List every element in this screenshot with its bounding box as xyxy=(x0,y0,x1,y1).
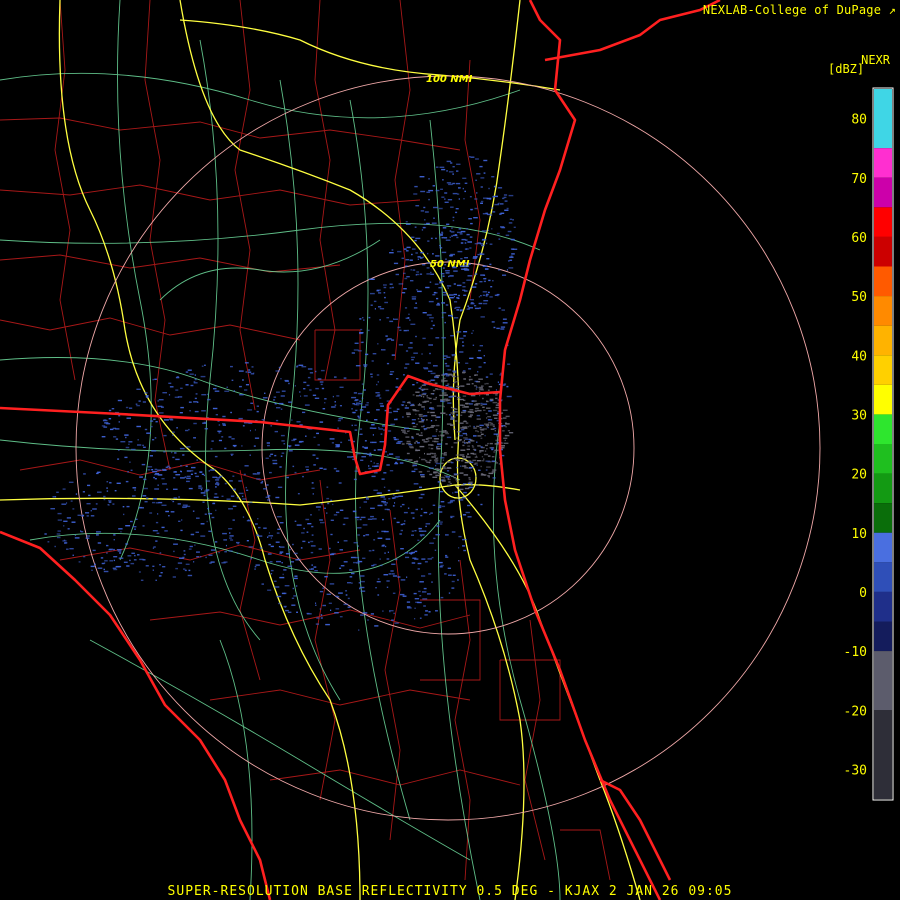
color-scale-band xyxy=(874,325,892,356)
color-scale-label: -30 xyxy=(844,763,867,778)
color-scale-label: 10 xyxy=(851,527,867,542)
color-scale-label: 30 xyxy=(851,408,867,423)
color-scale-band xyxy=(874,177,892,208)
color-scale-band xyxy=(874,414,892,444)
color-scale-band xyxy=(874,148,892,178)
units-label: [dBZ] xyxy=(828,62,865,76)
color-scale-band xyxy=(874,355,892,385)
color-scale-bands xyxy=(874,89,892,799)
product-label: NEXR xyxy=(861,53,890,67)
radar-map[interactable]: 50 NMI 100 NMI xyxy=(0,0,900,900)
range-ring-50 xyxy=(261,261,635,635)
cape-canaveral-coast xyxy=(599,778,672,881)
gulf-coastline xyxy=(0,530,272,900)
color-scale-label: 60 xyxy=(851,231,867,246)
product-caption: SUPER-RESOLUTION BASE REFLECTIVITY 0.5 D… xyxy=(167,884,733,899)
color-scale-label: -20 xyxy=(844,704,867,719)
color-scale-labels: 80 70 60 50 40 30 20 10 0 -10 -20 -30 xyxy=(844,113,867,779)
color-scale-label: 40 xyxy=(851,349,867,364)
color-scale-label: 70 xyxy=(851,172,867,187)
color-scale-band xyxy=(874,562,892,592)
color-scale-band xyxy=(874,296,892,326)
color-scale-band xyxy=(874,621,892,652)
color-scale-band xyxy=(874,473,892,504)
color-scale-band xyxy=(874,503,892,533)
range-ring-100-label: 100 NMI xyxy=(426,74,473,85)
color-scale-band xyxy=(874,236,892,267)
color-scale-label: 0 xyxy=(859,586,867,601)
color-scale-band xyxy=(874,444,892,474)
color-scale-label: -10 xyxy=(844,645,867,660)
state-borders xyxy=(0,0,721,900)
color-scale-band xyxy=(874,591,892,622)
credit-text: NEXLAB-College of DuPage xyxy=(702,3,882,17)
link-arrow-icon[interactable]: ↗ xyxy=(889,3,896,17)
color-scale-band xyxy=(874,710,892,799)
color-scale-label: 50 xyxy=(851,290,867,305)
color-scale: 80 70 60 50 40 30 20 10 0 -10 -20 -30 xyxy=(844,87,894,801)
color-scale-label: 80 xyxy=(851,113,867,128)
color-scale-label: 20 xyxy=(851,468,867,483)
county-lines xyxy=(0,0,611,881)
color-scale-band xyxy=(874,384,892,415)
credit-label: NEXLAB-College of DuPage ↗ xyxy=(703,3,896,17)
color-scale-band xyxy=(874,651,892,711)
color-scale-band xyxy=(874,266,892,297)
reflectivity-echoes xyxy=(44,156,518,631)
color-scale-band xyxy=(874,207,892,237)
north-coastline xyxy=(544,0,721,62)
color-scale-band xyxy=(874,532,892,563)
color-scale-band xyxy=(874,89,892,149)
